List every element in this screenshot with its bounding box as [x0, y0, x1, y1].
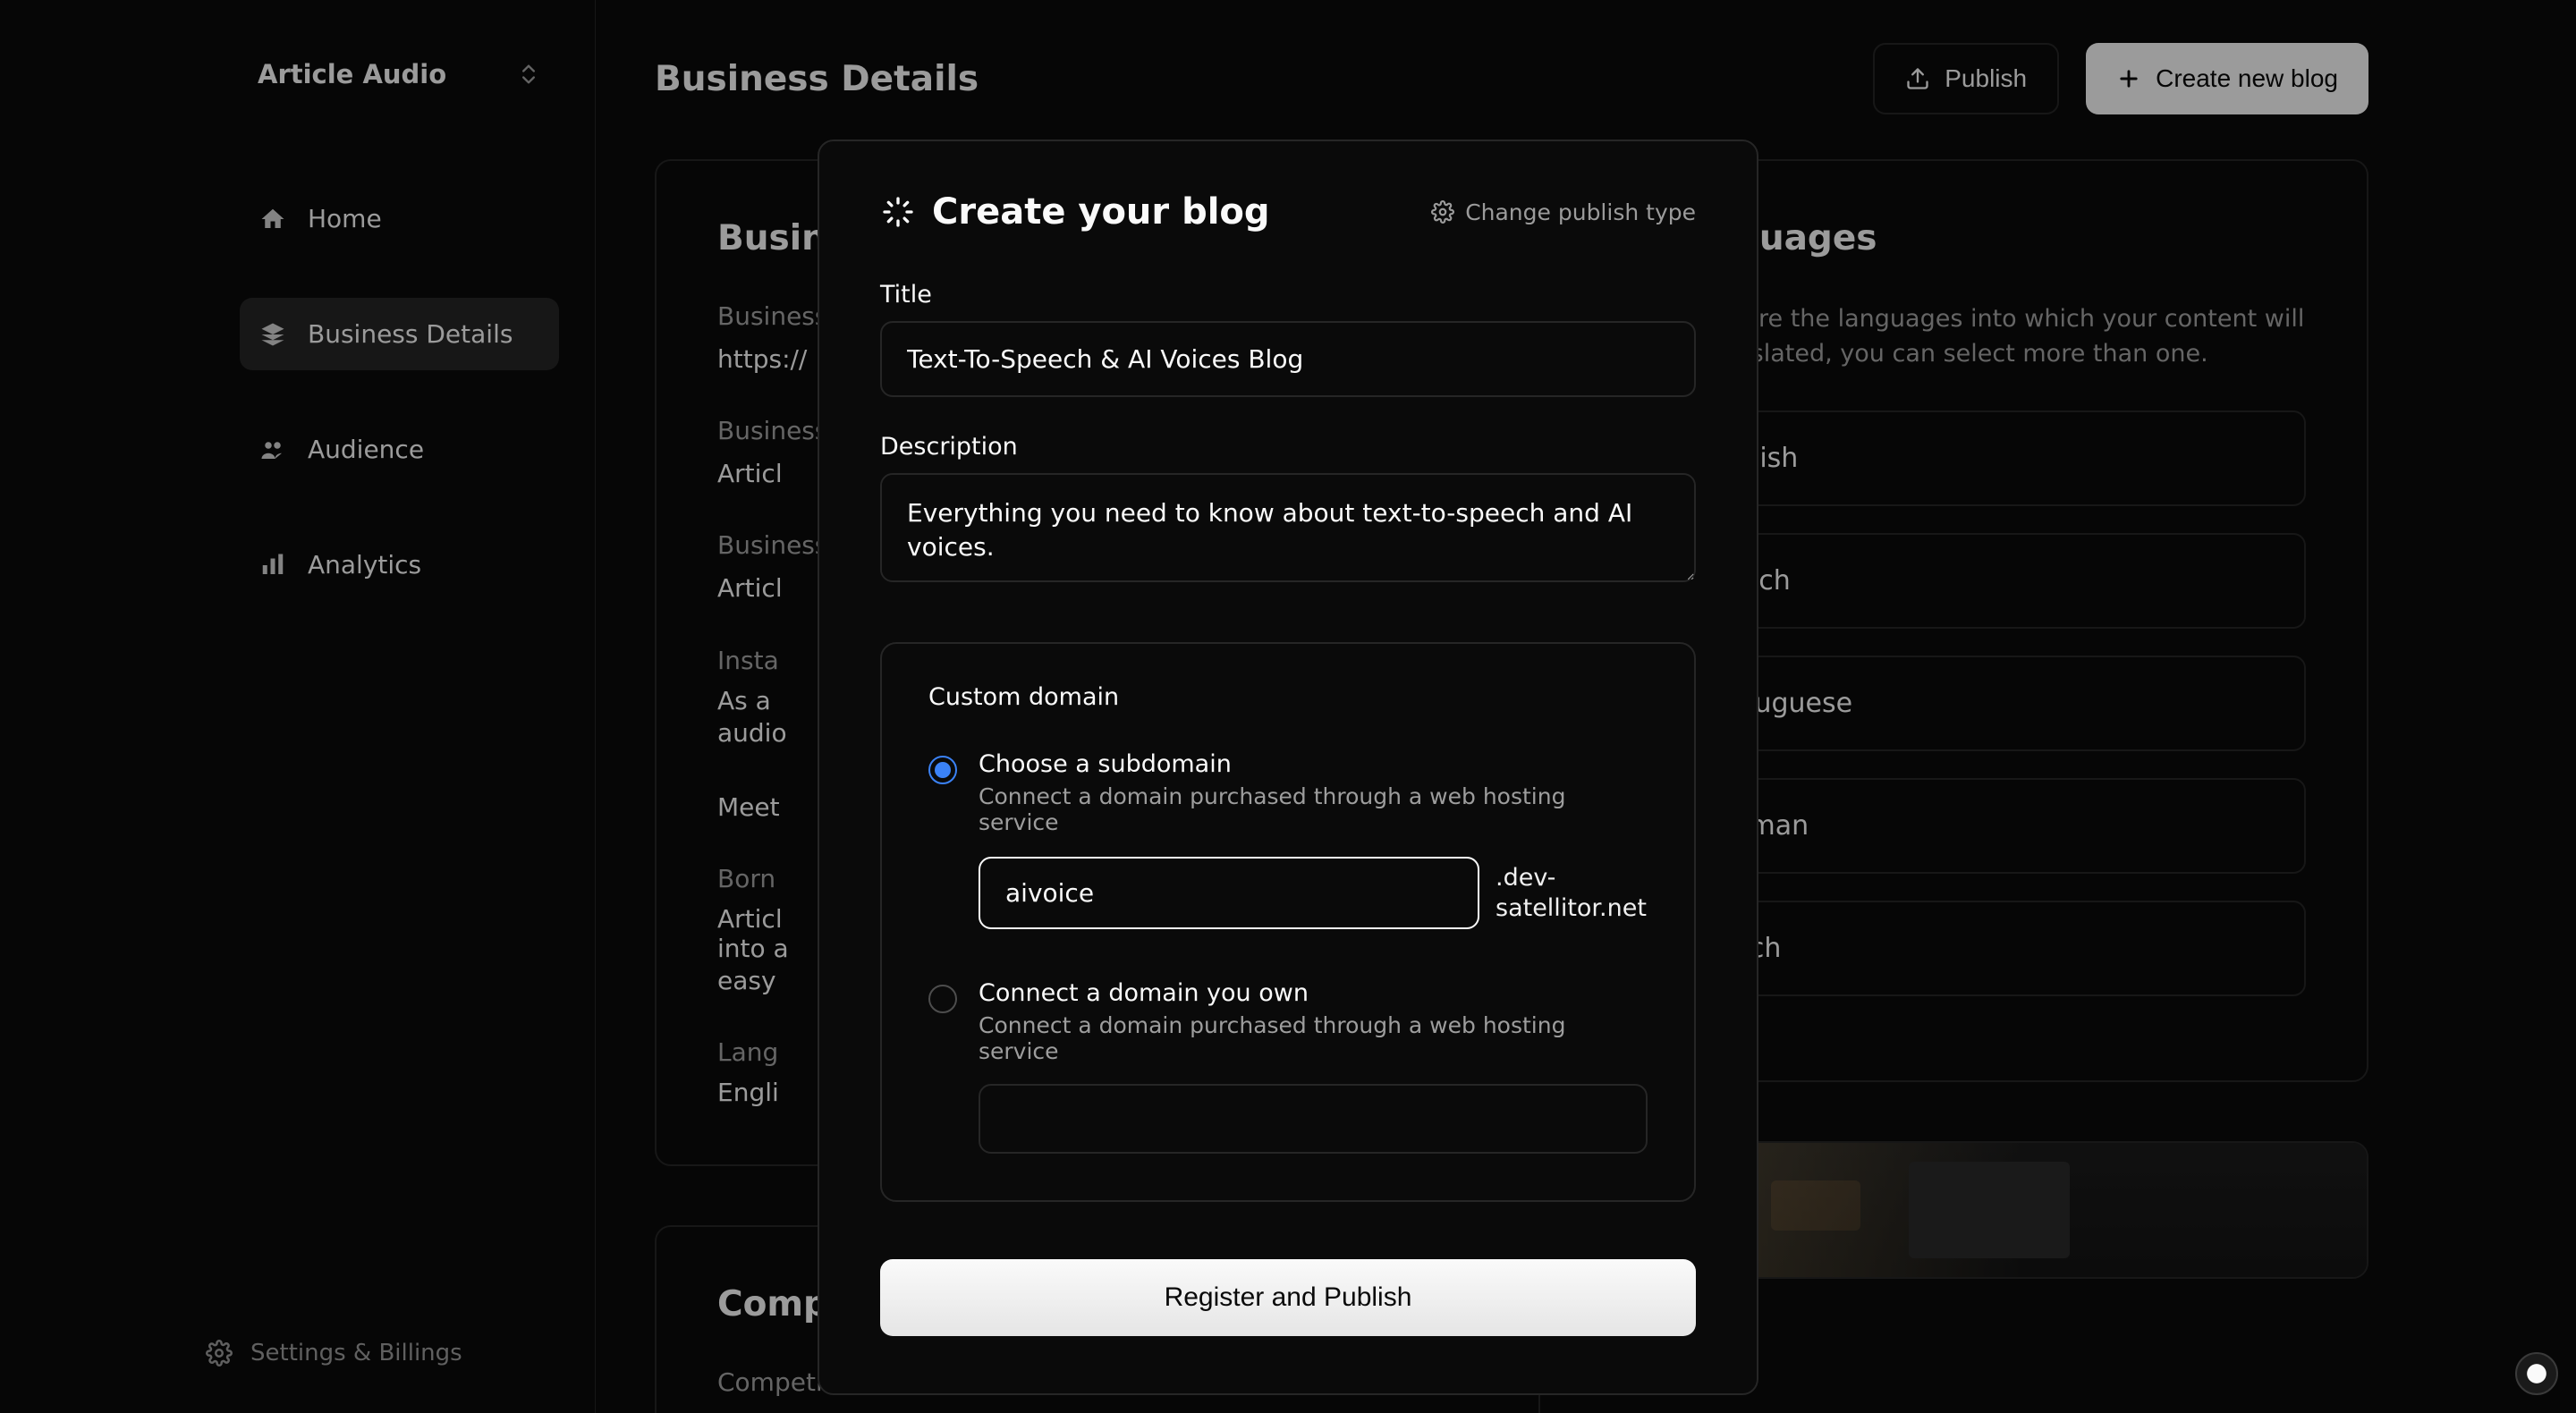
subdomain-suffix: .dev- satellitor.net — [1496, 863, 1648, 924]
radio-subdomain[interactable] — [928, 756, 957, 784]
modal-overlay[interactable]: Create your blog Change publish type Tit… — [0, 0, 2576, 1413]
radio-title: Connect a domain you own — [979, 979, 1648, 1007]
description-field-label: Description — [880, 433, 1696, 461]
custom-domain-heading: Custom domain — [928, 683, 1648, 711]
modal-title: Create your blog — [932, 191, 1270, 233]
custom-domain-box: Custom domain Choose a subdomain Connect… — [880, 642, 1696, 1202]
own-domain-input[interactable] — [979, 1084, 1648, 1154]
radio-hint: Connect a domain purchased through a web… — [979, 783, 1648, 835]
framework-badge[interactable] — [2515, 1352, 2558, 1395]
radio-hint: Connect a domain purchased through a web… — [979, 1012, 1648, 1064]
title-field-label: Title — [880, 281, 1696, 309]
radio-title: Choose a subdomain — [979, 750, 1648, 778]
change-publish-type-label: Change publish type — [1465, 199, 1696, 225]
gear-icon — [1431, 200, 1454, 224]
change-publish-type[interactable]: Change publish type — [1431, 199, 1696, 225]
subdomain-input[interactable] — [979, 857, 1479, 929]
register-publish-button[interactable]: Register and Publish — [880, 1259, 1696, 1336]
radio-own-domain[interactable] — [928, 985, 957, 1013]
blog-title-input[interactable] — [880, 321, 1696, 397]
blog-description-input[interactable] — [880, 473, 1696, 582]
sparkles-icon — [880, 194, 916, 230]
symfony-icon — [2525, 1362, 2548, 1385]
create-blog-modal: Create your blog Change publish type Tit… — [818, 140, 1758, 1395]
